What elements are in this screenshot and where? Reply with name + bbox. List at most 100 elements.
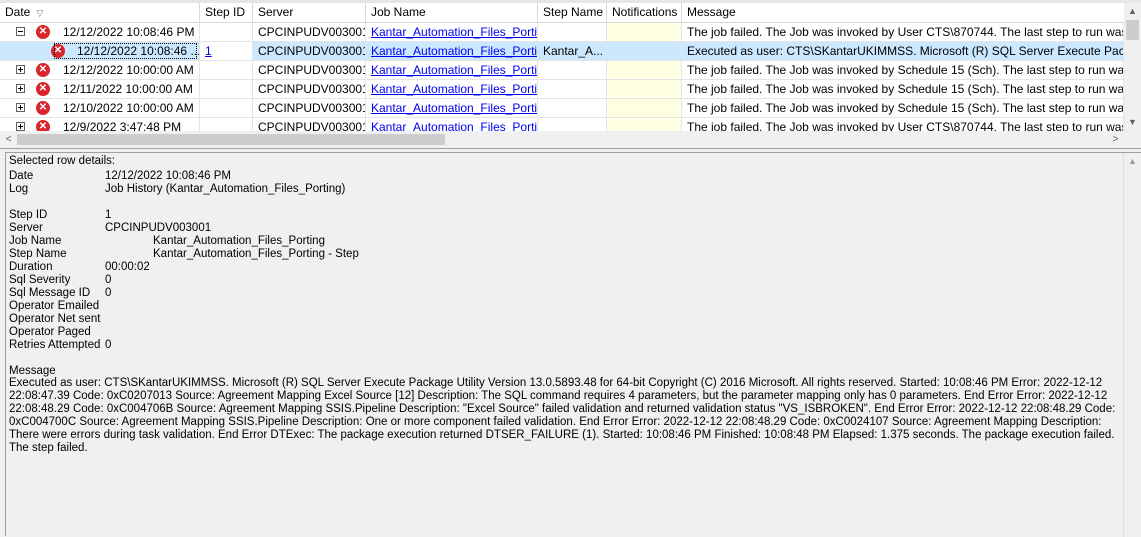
error-icon: ✕ (36, 25, 50, 39)
filter-icon[interactable]: ▽ (36, 8, 43, 18)
scroll-corner (1124, 131, 1141, 148)
cell-step-id-text[interactable]: 1 (205, 44, 212, 58)
cell-step-name[interactable] (538, 99, 607, 118)
job-name-label: Job Name (9, 235, 62, 247)
cell-server[interactable]: CPCINPUDV003001 (253, 99, 366, 118)
cell-notifications[interactable] (607, 23, 682, 42)
table-row[interactable]: ✕ 12/12/2022 10:08:46 ... 1 CPCINPUDV003001… (0, 42, 1124, 61)
cell-message[interactable]: Executed as user: CTS\SKantarUKIMMSS. Mi… (682, 42, 1124, 61)
cell-notifications[interactable] (607, 80, 682, 99)
cell-message-text: The job failed. The Job was invoked by S… (687, 63, 1124, 77)
cell-date-text: 12/10/2022 10:00:00 AM (63, 101, 194, 115)
cell-server[interactable]: CPCINPUDV003001 (253, 61, 366, 80)
cell-step-id[interactable] (200, 99, 253, 118)
operator-emailed-label: Operator Emailed (9, 300, 100, 312)
scroll-up-icon[interactable]: ▲ (1124, 3, 1141, 20)
scroll-right-icon[interactable]: > (1107, 131, 1124, 148)
cell-job-name[interactable]: Kantar_Automation_Files_Porting (366, 61, 538, 80)
cell-job-name[interactable]: Kantar_Automation_Files_Porting (366, 42, 538, 61)
step-id-value: 1 (105, 209, 112, 221)
table-row[interactable]: ✕ 12/11/2022 10:00:00 AM CPCINPUDV003001 Ka… (0, 80, 1124, 99)
cell-job-name[interactable]: Kantar_Automation_Files_Porting (366, 99, 538, 118)
error-icon: ✕ (36, 82, 50, 96)
cell-server[interactable]: CPCINPUDV003001 (253, 80, 366, 99)
selected-row-details[interactable]: Selected row details: Date 12/12/2022 10… (5, 152, 1141, 537)
column-header-date[interactable]: Date ▽ (0, 3, 200, 22)
cell-job-name-text[interactable]: Kantar_Automation_Files_Porting (371, 82, 537, 96)
cell-job-name[interactable]: Kantar_Automation_Files_Porting (366, 80, 538, 99)
cell-job-name[interactable]: Kantar_Automation_Files_Porting (366, 23, 538, 42)
details-vertical-scrollbar[interactable]: ▲ (1123, 153, 1141, 537)
cell-server[interactable]: CPCINPUDV003001 (253, 42, 366, 61)
expand-icon[interactable] (16, 65, 25, 74)
cell-message-text: Executed as user: CTS\SKantarUKIMMSS. Mi… (687, 44, 1124, 58)
grid-vertical-scrollbar[interactable]: ▲ ▼ (1124, 3, 1141, 131)
cell-notifications[interactable] (607, 99, 682, 118)
cell-message[interactable]: The job failed. The Job was invoked by S… (682, 80, 1124, 99)
cell-step-id[interactable] (200, 23, 253, 42)
expand-icon[interactable] (16, 84, 25, 93)
server-label: Server (9, 222, 43, 234)
table-row[interactable]: ✕ 12/12/2022 10:08:46 PM CPCINPUDV003001 Ka… (0, 23, 1124, 42)
focus-rect (54, 43, 197, 59)
collapse-icon[interactable] (16, 27, 25, 36)
cell-notifications[interactable] (607, 61, 682, 80)
step-name-label: Step Name (9, 248, 67, 260)
cell-server-text: CPCINPUDV003001 (258, 25, 366, 39)
cell-message[interactable]: The job failed. The Job was invoked by U… (682, 23, 1124, 42)
scroll-thumb[interactable] (1126, 20, 1139, 40)
scroll-down-icon[interactable]: ▼ (1124, 114, 1141, 131)
expand-icon[interactable] (16, 103, 25, 112)
cell-message[interactable]: The job failed. The Job was invoked by S… (682, 61, 1124, 80)
grid-horizontal-scrollbar[interactable]: < > (0, 131, 1124, 148)
retries-attempted-label: Retries Attempted (9, 339, 101, 351)
column-header-server[interactable]: Server (253, 3, 366, 22)
sql-message-id-label: Sql Message ID (9, 287, 91, 299)
cell-job-name-text[interactable]: Kantar_Automation_Files_Porting (371, 63, 537, 77)
job-history-grid: Date ▽ Step ID Server Job Name Step Name … (0, 0, 1141, 149)
cell-step-id[interactable]: 1 (200, 42, 253, 61)
column-header-step-name[interactable]: Step Name (538, 3, 607, 22)
sql-severity-value: 0 (105, 274, 112, 286)
date-label: Date (9, 170, 34, 182)
cell-server-text: CPCINPUDV003001 (258, 44, 366, 58)
cell-message-text: The job failed. The Job was invoked by U… (687, 25, 1124, 39)
column-header-job-name[interactable]: Job Name (366, 3, 538, 22)
cell-server[interactable]: CPCINPUDV003001 (253, 23, 366, 42)
cell-step-name[interactable] (538, 23, 607, 42)
cell-server-text: CPCINPUDV003001 (258, 101, 366, 115)
cell-date[interactable]: ✕ 12/12/2022 10:08:46 ... (0, 42, 200, 61)
cell-date-text: 12/12/2022 10:08:46 PM (63, 25, 195, 39)
cell-job-name-text[interactable]: Kantar_Automation_Files_Porting (371, 101, 537, 115)
column-header-step-id[interactable]: Step ID (200, 3, 253, 22)
log-value: Job History (Kantar_Automation_Files_Por… (105, 183, 346, 195)
job-name-value: Kantar_Automation_Files_Porting (153, 235, 325, 247)
scroll-left-icon[interactable]: < (0, 131, 17, 148)
cell-step-name[interactable]: Kantar_A... (538, 42, 607, 61)
cell-message-text: The job failed. The Job was invoked by S… (687, 101, 1124, 115)
cell-date[interactable]: ✕ 12/10/2022 10:00:00 AM (0, 99, 200, 118)
cell-job-name-text[interactable]: Kantar_Automation_Files_Porting (371, 44, 537, 58)
cell-date[interactable]: ✕ 12/12/2022 10:00:00 AM (0, 61, 200, 80)
column-header-notifications[interactable]: Notifications (607, 3, 682, 22)
expand-icon[interactable] (16, 122, 25, 131)
cell-date[interactable]: ✕ 12/12/2022 10:08:46 PM (0, 23, 200, 42)
cell-notifications[interactable] (607, 42, 682, 61)
message-body: Executed as user: CTS\SKantarUKIMMSS. Mi… (9, 377, 1116, 454)
error-icon: ✕ (36, 101, 50, 115)
operator-net-sent-label: Operator Net sent (9, 313, 101, 325)
cell-message[interactable]: The job failed. The Job was invoked by S… (682, 99, 1124, 118)
scroll-up-icon[interactable]: ▲ (1124, 153, 1141, 170)
cell-step-id[interactable] (200, 80, 253, 99)
scroll-thumb-horizontal[interactable] (17, 134, 445, 145)
duration-value: 00:00:02 (105, 261, 150, 273)
sql-message-id-value: 0 (105, 287, 112, 299)
cell-step-id[interactable] (200, 61, 253, 80)
cell-step-name[interactable] (538, 80, 607, 99)
column-header-message[interactable]: Message (682, 3, 1124, 22)
table-row[interactable]: ✕ 12/10/2022 10:00:00 AM CPCINPUDV003001 Ka… (0, 99, 1124, 118)
cell-job-name-text[interactable]: Kantar_Automation_Files_Porting (371, 25, 537, 39)
table-row[interactable]: ✕ 12/12/2022 10:00:00 AM CPCINPUDV003001 Ka… (0, 61, 1124, 80)
cell-step-name[interactable] (538, 61, 607, 80)
cell-date[interactable]: ✕ 12/11/2022 10:00:00 AM (0, 80, 200, 99)
